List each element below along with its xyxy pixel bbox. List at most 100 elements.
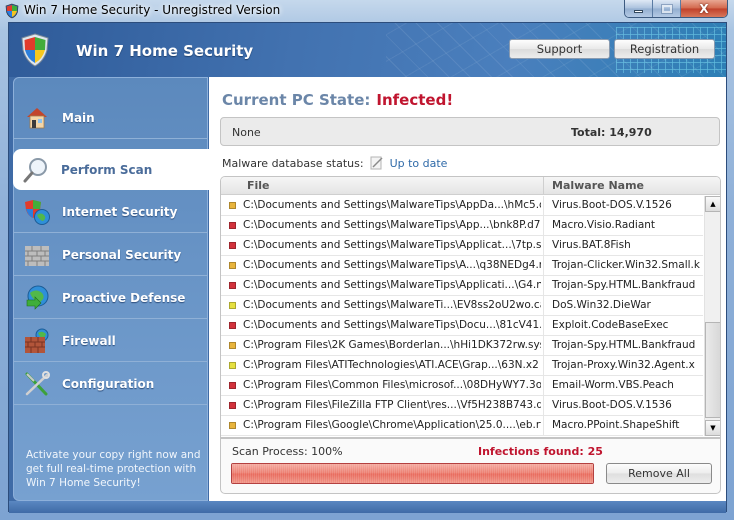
column-header-file[interactable]: File [247, 179, 270, 192]
window-controls: X [624, 0, 728, 18]
file-path: C:\Program Files\ATITechnologies\ATI.ACE… [243, 359, 539, 371]
shield-icon [5, 3, 19, 19]
table-row[interactable]: C:\Documents and Settings\MalwareTips\A.… [221, 256, 703, 276]
table-row[interactable]: C:\Documents and Settings\MalwareTips\Ap… [221, 216, 703, 236]
file-path: C:\Program Files\Google\Chrome\Applicati… [243, 419, 541, 431]
malware-name: Trojan-Spy.HTML.Bankfraud [552, 339, 696, 351]
close-button[interactable]: X [681, 0, 727, 17]
sidebar-item-label: Main [62, 111, 95, 125]
infections-table: File Malware Name C:\Documents and Setti… [220, 176, 721, 438]
table-row[interactable]: C:\Program Files\Common Files\microsof..… [221, 376, 703, 396]
table-row[interactable]: C:\Program Files\FileZilla FTP Client\re… [221, 396, 703, 416]
tools-icon [22, 369, 52, 399]
update-icon [370, 156, 383, 170]
close-icon: X [699, 1, 709, 16]
arrow-down-icon: ▼ [710, 424, 716, 432]
title-bar[interactable]: Win 7 Home Security - Unregistred Versio… [0, 0, 734, 22]
table-row[interactable]: C:\Program Files\ATITechnologies\ATI.ACE… [221, 356, 703, 376]
sidebar-item-label: Internet Security [62, 205, 178, 219]
registration-button[interactable]: Registration [614, 39, 715, 59]
scan-status-box: Scan Process: 100% Infections found: 25 … [220, 438, 721, 494]
pc-state-heading: Current PC State: Infected! [222, 91, 453, 109]
scroll-up-button[interactable]: ▲ [705, 196, 720, 212]
sidebar-item-label: Firewall [62, 334, 116, 348]
table-row[interactable]: C:\Program Files\2K Games\Borderlan...\h… [221, 336, 703, 356]
file-path: C:\Documents and Settings\MalwareTips\A.… [243, 259, 541, 271]
scroll-thumb[interactable] [705, 322, 720, 418]
remove-all-button[interactable]: Remove All [606, 463, 712, 484]
sidebar-item-main[interactable]: Main [14, 98, 208, 139]
table-row[interactable]: C:\Program Files\Google\Chrome\Applicati… [221, 416, 703, 436]
malware-name: Email-Worm.VBS.Peach [552, 379, 674, 391]
file-path: C:\Documents and Settings\MalwareTips\Do… [243, 319, 541, 331]
severity-low-icon [229, 302, 236, 309]
column-divider [543, 316, 544, 336]
column-divider [543, 376, 544, 396]
severity-medium-icon [229, 422, 236, 429]
sidebar-item-label: Proactive Defense [62, 291, 186, 305]
summary-current-item: None [232, 126, 261, 139]
malware-name: Trojan-Clicker.Win32.Small.k [552, 259, 700, 271]
summary-total: Total: 14,970 [571, 126, 652, 139]
scroll-down-button[interactable]: ▼ [705, 420, 720, 436]
file-path: C:\Documents and Settings\MalwareTips\Ap… [243, 199, 541, 211]
database-status-label: Malware database status: [222, 156, 364, 170]
scan-process-label: Scan Process: 100% [232, 445, 343, 458]
magnifier-icon [21, 155, 51, 185]
sidebar-item-internet-security[interactable]: Internet Security [14, 192, 208, 233]
malware-name: Virus.BAT.8Fish [552, 239, 631, 251]
column-divider [543, 356, 544, 376]
table-header: File Malware Name [221, 177, 720, 195]
column-divider [543, 336, 544, 356]
severity-high-icon [229, 382, 236, 389]
column-divider [543, 296, 544, 316]
column-divider [543, 236, 544, 256]
sidebar-item-label: Personal Security [62, 248, 182, 262]
malware-name: Trojan-Proxy.Win32.Agent.x [552, 359, 695, 371]
malware-name: Macro.Visio.Radiant [552, 219, 656, 231]
file-path: C:\Program Files\Common Files\microsof..… [243, 379, 541, 391]
sidebar-item-personal-security[interactable]: Personal Security [14, 235, 208, 276]
database-status: Malware database status: Up to date [222, 156, 447, 170]
malware-name: DoS.Win32.DieWar [552, 299, 651, 311]
sidebar-item-proactive-defense[interactable]: Proactive Defense [14, 278, 208, 319]
sidebar-item-configuration[interactable]: Configuration [14, 364, 208, 405]
scan-progress-bar [231, 463, 594, 484]
table-row[interactable]: C:\Documents and Settings\MalwareTips\Ap… [221, 276, 703, 296]
shield-globe-icon [22, 197, 52, 227]
column-divider [543, 396, 544, 416]
severity-medium-icon [229, 202, 236, 209]
column-header-malware-name[interactable]: Malware Name [552, 179, 644, 192]
sidebar-item-label: Perform Scan [61, 162, 153, 177]
maximize-button[interactable] [653, 0, 681, 17]
table-scrollbar[interactable]: ▲ ▼ [704, 196, 720, 436]
severity-medium-icon [229, 262, 236, 269]
window-frame: Win 7 Home Security - Unregistred Versio… [0, 0, 734, 520]
app-window: Win 7 Home Security Support Registration… [8, 22, 727, 513]
file-path: C:\Program Files\FileZilla FTP Client\re… [243, 399, 541, 411]
pc-state-value: Infected! [376, 91, 454, 109]
malware-name: Trojan-Spy.HTML.Bankfraud [552, 279, 696, 291]
table-row[interactable]: C:\Documents and Settings\MalwareTips\Ap… [221, 236, 703, 256]
brick-wall-icon [22, 240, 52, 270]
column-divider[interactable] [543, 177, 544, 195]
shield-logo-icon [21, 33, 49, 67]
table-row[interactable]: C:\Documents and Settings\MalwareTips\Do… [221, 316, 703, 336]
severity-medium-icon [229, 342, 236, 349]
file-path: C:\Documents and Settings\MalwareTips\Ap… [243, 239, 541, 251]
column-divider [543, 256, 544, 276]
activation-promo-text: Activate your copy right now and get ful… [26, 449, 201, 489]
malware-name: Exploit.CodeBaseExec [552, 319, 669, 331]
table-row[interactable]: C:\Documents and Settings\MalwareTips\Ap… [221, 196, 703, 216]
minimize-button[interactable] [625, 0, 653, 17]
table-body: C:\Documents and Settings\MalwareTips\Ap… [221, 196, 703, 436]
minimize-icon [634, 10, 643, 13]
bottom-border [9, 501, 726, 513]
sidebar-item-firewall[interactable]: Firewall [14, 321, 208, 362]
sidebar-item-perform-scan[interactable]: Perform Scan [13, 149, 209, 190]
table-row[interactable]: C:\Documents and Settings\MalwareTi...\E… [221, 296, 703, 316]
malware-name: Virus.Boot-DOS.V.1536 [552, 399, 672, 411]
database-status-link[interactable]: Up to date [390, 157, 448, 170]
arrow-up-icon: ▲ [710, 200, 716, 208]
support-button[interactable]: Support [509, 39, 610, 59]
